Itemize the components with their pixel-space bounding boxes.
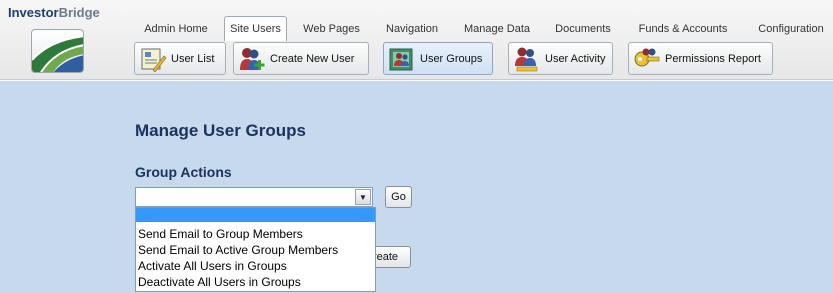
- tab-admin-home[interactable]: Admin Home: [141, 18, 211, 40]
- bridge-logo-icon: [32, 35, 83, 72]
- tab-navigation[interactable]: Navigation: [381, 18, 443, 40]
- create-new-user-button[interactable]: Create New User: [233, 42, 369, 75]
- dropdown-option-deactivate-all[interactable]: Deactivate All Users in Groups: [136, 274, 375, 290]
- brand-name-part1: Investor: [8, 5, 59, 20]
- sub-toolbar: User List Create New User User Groups Us…: [125, 42, 833, 80]
- top-header: InvestorBridge Admin Home Site Users Web…: [0, 0, 833, 80]
- add-user-icon: [240, 47, 265, 70]
- user-activity-icon: [515, 47, 538, 71]
- user-groups-label: User Groups: [420, 52, 483, 65]
- go-button[interactable]: Go: [385, 186, 412, 208]
- user-list-button[interactable]: User List: [134, 42, 226, 75]
- logo-area: InvestorBridge: [0, 0, 125, 80]
- dropdown-option-blank[interactable]: [136, 208, 375, 222]
- page-title: Manage User Groups: [135, 121, 306, 140]
- user-activity-button[interactable]: User Activity: [508, 42, 613, 75]
- create-new-user-label: Create New User: [270, 52, 355, 65]
- dropdown-option-activate-all[interactable]: Activate All Users in Groups: [136, 258, 375, 274]
- permissions-key-icon: [634, 48, 660, 66]
- group-actions-dropdown-list: Send Email to Group Members Send Email t…: [135, 207, 376, 292]
- chevron-down-icon[interactable]: ▼: [355, 189, 371, 205]
- permissions-report-label: Permissions Report: [665, 52, 761, 65]
- brand-logo[interactable]: [31, 29, 84, 73]
- tab-web-pages[interactable]: Web Pages: [299, 18, 364, 40]
- user-activity-label: User Activity: [545, 52, 606, 65]
- user-list-label: User List: [171, 52, 215, 65]
- dropdown-option-send-email[interactable]: Send Email to Group Members: [136, 226, 375, 242]
- tab-site-users[interactable]: Site Users: [224, 16, 287, 41]
- user-groups-icon: [389, 48, 413, 70]
- dropdown-option-send-email-active[interactable]: Send Email to Active Group Members: [136, 242, 375, 258]
- group-actions-select[interactable]: ▼: [135, 187, 373, 207]
- tab-configuration[interactable]: Configuration: [752, 18, 830, 40]
- brand-name-part2: Bridge: [58, 5, 100, 20]
- brand-name: InvestorBridge: [8, 5, 100, 20]
- user-groups-button[interactable]: User Groups: [383, 42, 493, 75]
- permissions-report-button[interactable]: Permissions Report: [628, 42, 773, 75]
- tab-documents[interactable]: Documents: [550, 18, 616, 40]
- group-actions-heading: Group Actions: [135, 164, 232, 180]
- user-list-icon: [141, 48, 167, 72]
- tab-manage-data[interactable]: Manage Data: [460, 18, 534, 40]
- tab-funds-accounts[interactable]: Funds & Accounts: [631, 18, 735, 40]
- main-content: Manage User Groups Group Actions ▼ Go re…: [0, 81, 833, 293]
